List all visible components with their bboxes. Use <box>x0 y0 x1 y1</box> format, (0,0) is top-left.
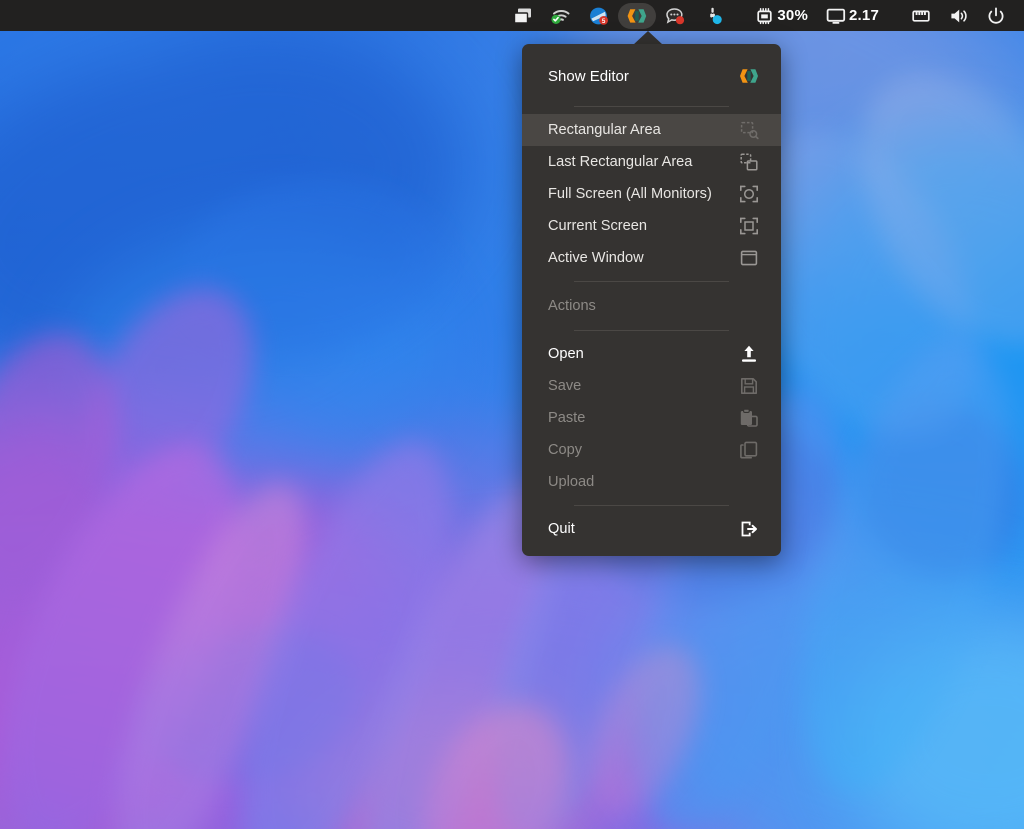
power-icon[interactable] <box>978 3 1014 29</box>
desktop-wallpaper <box>0 0 1024 829</box>
menu-item-open[interactable]: Open <box>522 338 781 370</box>
last-rect-icon <box>739 152 759 172</box>
rect-select-icon <box>739 120 759 140</box>
sync-dots-icon <box>703 7 723 25</box>
display-indicator[interactable]: 2.17 <box>817 3 888 29</box>
updates-icon[interactable]: 5 <box>580 3 618 29</box>
no-icon <box>739 472 759 492</box>
cpu-usage-indicator-label: 30% <box>777 7 808 24</box>
menu-item-label: Show Editor <box>548 68 739 85</box>
display-indicator-label: 2.17 <box>849 7 879 24</box>
menu-item-upload[interactable]: Upload <box>522 466 781 498</box>
paste-clipboard-icon <box>739 408 759 428</box>
window-switcher-icon[interactable] <box>504 3 542 29</box>
ethernet-icon <box>911 7 931 25</box>
cpu-icon <box>755 7 774 25</box>
menu-item-quit[interactable]: Quit <box>522 513 781 545</box>
menu-separator <box>574 505 729 506</box>
ksnip-tray-icon[interactable] <box>618 3 656 29</box>
desktop-screen: 5 30% 2.17 Show Editor Rectangular Area Last… <box>0 0 1024 829</box>
menu-item-label: Actions <box>548 298 739 314</box>
network-port-icon[interactable] <box>902 3 940 29</box>
menu-item-rectangular-area[interactable]: Rectangular Area <box>522 114 781 146</box>
quit-exit-icon <box>739 519 759 539</box>
menu-separator <box>574 106 729 107</box>
power-icon <box>987 7 1005 25</box>
menu-item-current-screen[interactable]: Current Screen <box>522 210 781 242</box>
menu-item-active-window[interactable]: Active Window <box>522 242 781 274</box>
speaker-icon <box>949 7 969 25</box>
system-tray: 5 30% 2.17 <box>504 0 1014 31</box>
menu-item-label: Open <box>548 346 739 362</box>
ksnip-tray-menu: Show Editor Rectangular Area Last Rectangu… <box>522 44 781 556</box>
menu-separator <box>574 281 729 282</box>
chat-badge-icon <box>665 7 685 25</box>
menu-item-label: Active Window <box>548 250 739 266</box>
menu-item-label: Current Screen <box>548 218 739 234</box>
menu-item-label: Full Screen (All Monitors) <box>548 186 739 202</box>
volume-icon[interactable] <box>940 3 978 29</box>
menu-pointer-arrow <box>633 31 663 45</box>
menu-item-label: Rectangular Area <box>548 122 739 138</box>
menu-separator <box>574 330 729 331</box>
windows-icon <box>513 7 533 25</box>
current-screen-icon <box>739 216 759 236</box>
messages-icon[interactable] <box>656 3 694 29</box>
active-window-icon <box>739 248 759 268</box>
menu-item-label: Upload <box>548 474 739 490</box>
menu-item-show-editor[interactable]: Show Editor <box>522 53 781 99</box>
menu-item-save[interactable]: Save <box>522 370 781 402</box>
menu-item-full-screen[interactable]: Full Screen (All Monitors) <box>522 178 781 210</box>
open-upload-icon <box>739 344 759 364</box>
copy-pages-icon <box>739 440 759 460</box>
updates-badge-icon: 5 <box>589 7 609 25</box>
menu-item-paste[interactable]: Paste <box>522 402 781 434</box>
menu-item-copy[interactable]: Copy <box>522 434 781 466</box>
wifi-icon[interactable] <box>542 3 580 29</box>
menu-item-last-rectangular[interactable]: Last Rectangular Area <box>522 146 781 178</box>
menu-item-label: Paste <box>548 410 739 426</box>
menu-item-actions: Actions <box>522 289 781 323</box>
ksnip-icon <box>627 7 647 25</box>
top-panel: 5 30% 2.17 <box>0 0 1024 31</box>
svg-text:5: 5 <box>602 17 606 24</box>
menu-item-label: Last Rectangular Area <box>548 154 739 170</box>
menu-item-label: Copy <box>548 442 739 458</box>
save-floppy-icon <box>739 376 759 396</box>
cpu-usage-indicator[interactable]: 30% <box>746 3 817 29</box>
no-icon <box>739 296 759 316</box>
menu-item-label: Quit <box>548 521 739 537</box>
wifi-ok-icon <box>551 7 571 25</box>
sync-icon[interactable] <box>694 3 732 29</box>
monitor-icon <box>826 7 846 25</box>
fullscreen-all-icon <box>739 184 759 204</box>
menu-item-label: Save <box>548 378 739 394</box>
ksnip-logo-icon <box>739 66 759 86</box>
